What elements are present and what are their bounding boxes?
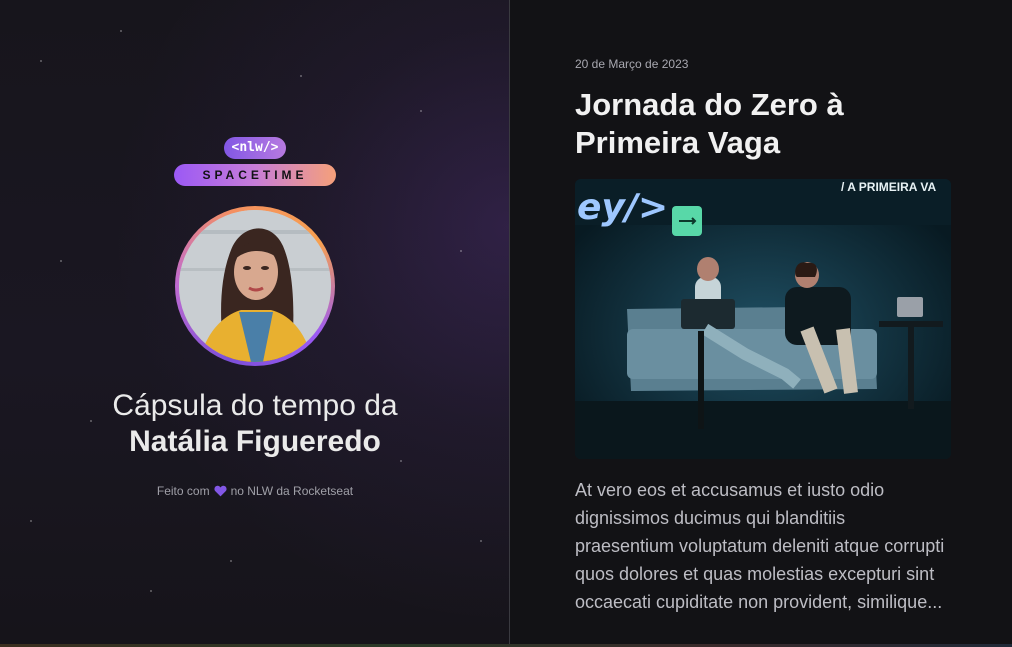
logo-tag: <nlw/> bbox=[224, 137, 286, 159]
avatar-photo bbox=[179, 210, 331, 362]
left-panel: <nlw/> SPACETIME Cápsula do tempo da Nat… bbox=[0, 0, 510, 647]
memory-description: At vero eos et accusamus et iusto odio d… bbox=[575, 480, 945, 612]
spacetime-logo: <nlw/> SPACETIME bbox=[174, 137, 336, 187]
heart-icon bbox=[214, 485, 227, 500]
logo-name: SPACETIME bbox=[174, 164, 336, 186]
memory-title: Jornada do Zero à Primeira Vaga bbox=[575, 87, 844, 160]
memory-panel: 20 de Março de 2023 Jornada do Zero à Pr… bbox=[511, 0, 1012, 647]
image-logo-text: ey/> bbox=[577, 187, 668, 228]
capsule-title-prefix: Cápsula do tempo da bbox=[112, 389, 398, 422]
credits-before: Feito com bbox=[156, 484, 210, 498]
avatar bbox=[175, 206, 335, 366]
memory-image: ey/> / A PRIMEIRA VA bbox=[575, 179, 951, 459]
capsule-title: Cápsula do tempo da Natália Figueredo bbox=[0, 388, 509, 460]
memory-date: 20 de Março de 2023 bbox=[575, 57, 689, 71]
credits-after: no NLW da Rocketseat bbox=[230, 484, 354, 498]
footer-credits: Feito com no NLW da Rocketseat bbox=[0, 484, 509, 500]
capsule-owner-name: Natália Figueredo bbox=[129, 425, 381, 458]
image-banner-text: / A PRIMEIRA VA bbox=[841, 180, 936, 194]
